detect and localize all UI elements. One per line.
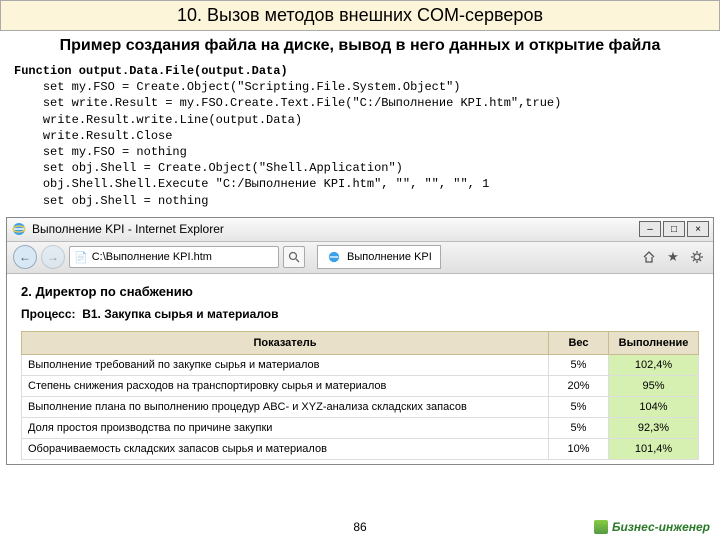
ie-icon — [326, 249, 342, 265]
cell-label: Степень снижения расходов на транспортир… — [22, 375, 549, 396]
code-line: set write.Result = my.FSO.Create.Text.Fi… — [43, 96, 561, 110]
cell-label: Оборачиваемость складских запасов сырья … — [22, 438, 549, 459]
browser-titlebar: Выполнение KPI - Internet Explorer – □ × — [7, 218, 713, 242]
cell-weight: 5% — [549, 396, 609, 417]
table-row: Выполнение требований по закупке сырья и… — [22, 354, 699, 375]
code-line: set obj.Shell = nothing — [43, 194, 209, 208]
code-signature: Function output.Data.File(output.Data) — [14, 64, 288, 78]
col-weight: Вес — [549, 331, 609, 354]
cell-value: 104% — [609, 396, 699, 417]
search-button[interactable] — [283, 246, 305, 268]
slide-footer: 86 Бизнес-инженер — [0, 520, 720, 534]
cell-value: 92,3% — [609, 417, 699, 438]
code-line: obj.Shell.Shell.Execute "C:/Выполнение K… — [43, 177, 489, 191]
brand-logo-icon — [594, 520, 608, 534]
browser-window: Выполнение KPI - Internet Explorer – □ ×… — [6, 217, 714, 465]
cell-weight: 5% — [549, 417, 609, 438]
code-block: Function output.Data.File(output.Data) s… — [0, 61, 720, 217]
kpi-table: Показатель Вес Выполнение Выполнение тре… — [21, 331, 699, 460]
cell-value: 102,4% — [609, 354, 699, 375]
maximize-button[interactable]: □ — [663, 221, 685, 237]
cell-value: 95% — [609, 375, 699, 396]
minimize-button[interactable]: – — [639, 221, 661, 237]
code-line: set my.FSO = Create.Object("Scripting.Fi… — [43, 80, 461, 94]
cell-weight: 10% — [549, 438, 609, 459]
cell-weight: 20% — [549, 375, 609, 396]
browser-navbar: ← → 📄 C:\Выполнение KPI.htm Выполнение K… — [7, 242, 713, 274]
home-icon[interactable] — [639, 247, 659, 267]
close-button[interactable]: × — [687, 221, 709, 237]
table-row: Оборачиваемость складских запасов сырья … — [22, 438, 699, 459]
browser-content: 2. Директор по снабжению Процесс: В1. За… — [7, 274, 713, 464]
process-line: Процесс: В1. Закупка сырья и материалов — [21, 307, 699, 321]
settings-icon[interactable] — [687, 247, 707, 267]
process-label: Процесс: — [21, 307, 76, 321]
cell-label: Выполнение плана по выполнению процедур … — [22, 396, 549, 417]
back-button[interactable]: ← — [13, 245, 37, 269]
address-text: C:\Выполнение KPI.htm — [92, 251, 212, 263]
tab-label: Выполнение KPI — [347, 251, 432, 263]
favorites-icon[interactable]: ★ — [663, 247, 683, 267]
col-value: Выполнение — [609, 331, 699, 354]
browser-title-text: Выполнение KPI - Internet Explorer — [32, 222, 224, 236]
table-row: Доля простоя производства по причине зак… — [22, 417, 699, 438]
file-icon: 📄 — [74, 251, 88, 264]
slide-subtitle: Пример создания файла на диске, вывод в … — [0, 31, 720, 61]
forward-button[interactable]: → — [41, 245, 65, 269]
cell-weight: 5% — [549, 354, 609, 375]
ie-icon — [11, 221, 27, 237]
address-bar[interactable]: 📄 C:\Выполнение KPI.htm — [69, 246, 279, 268]
cell-value: 101,4% — [609, 438, 699, 459]
table-row: Выполнение плана по выполнению процедур … — [22, 396, 699, 417]
cell-label: Доля простоя производства по причине зак… — [22, 417, 549, 438]
code-line: write.Result.Close — [43, 129, 173, 143]
process-value: В1. Закупка сырья и материалов — [82, 307, 278, 321]
section-heading: 2. Директор по снабжению — [21, 284, 699, 299]
cell-label: Выполнение требований по закупке сырья и… — [22, 354, 549, 375]
col-indicator: Показатель — [22, 331, 549, 354]
brand-label: Бизнес-инженер — [594, 520, 710, 534]
table-row: Степень снижения расходов на транспортир… — [22, 375, 699, 396]
browser-tab[interactable]: Выполнение KPI — [317, 245, 441, 269]
page-number: 86 — [353, 520, 366, 534]
code-line: set my.FSO = nothing — [43, 145, 187, 159]
brand-text: Бизнес-инженер — [612, 520, 710, 534]
code-line: write.Result.write.Line(output.Data) — [43, 113, 302, 127]
code-line: set obj.Shell = Create.Object("Shell.App… — [43, 161, 403, 175]
slide-title: 10. Вызов методов внешних COM-серверов — [0, 0, 720, 31]
